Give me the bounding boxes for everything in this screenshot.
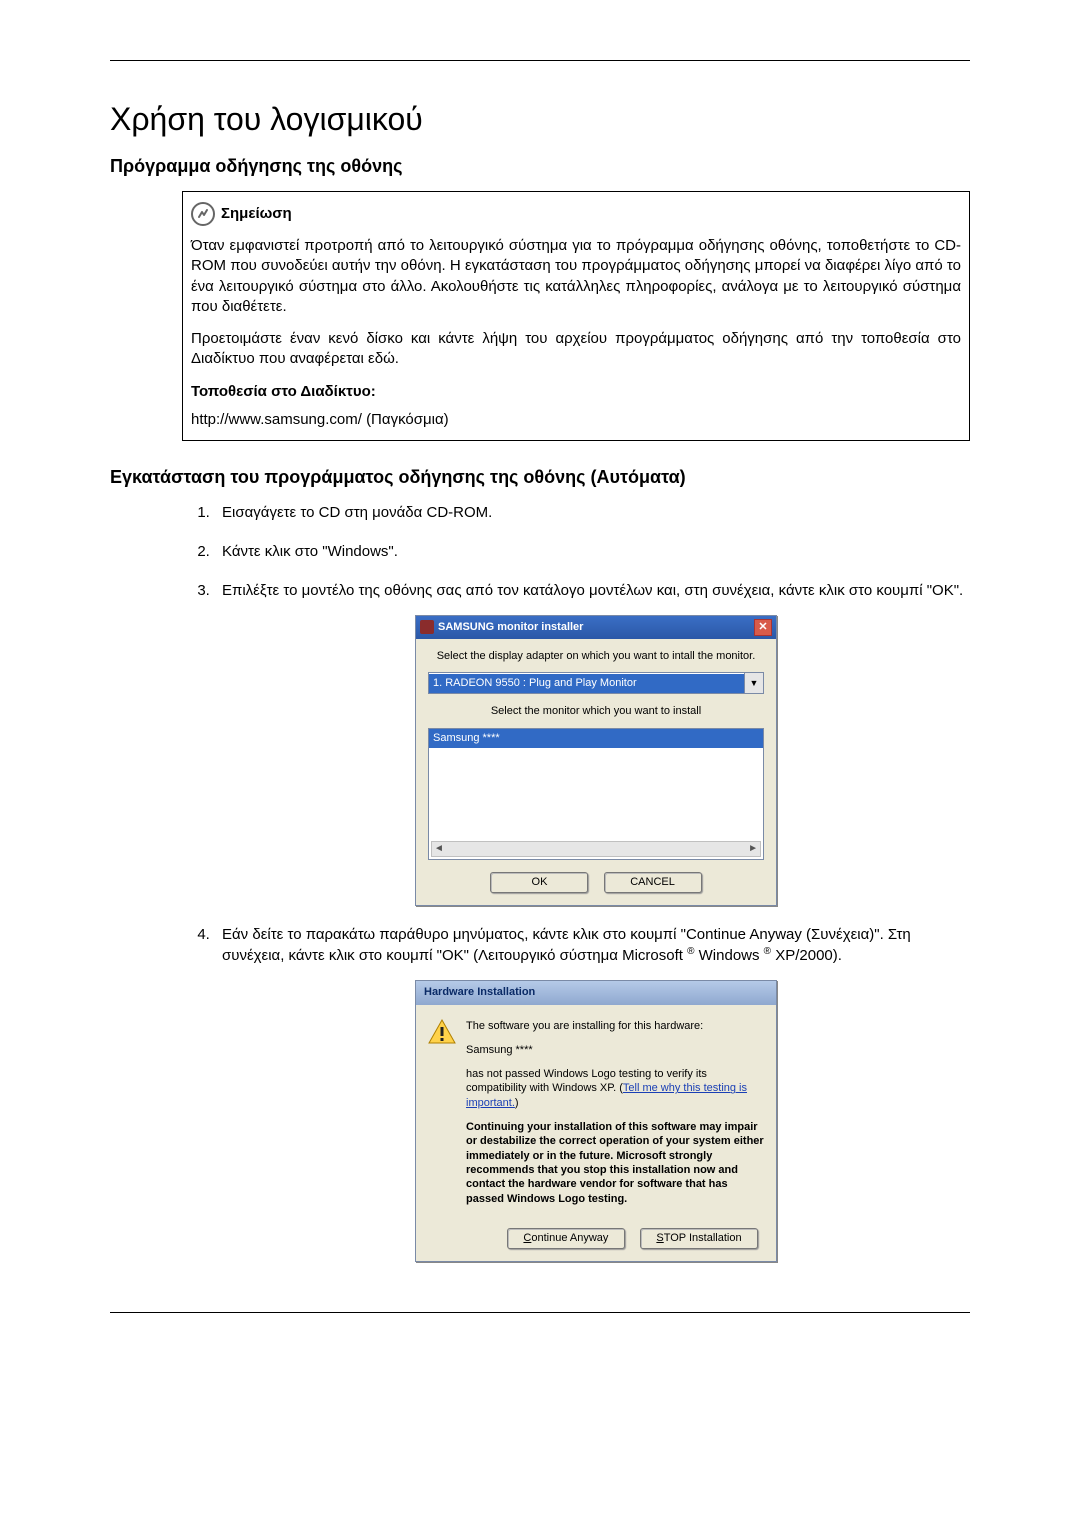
hardware-titlebar: Hardware Installation [416, 981, 776, 1004]
monitor-list[interactable]: Samsung **** ◄ ► [428, 728, 764, 860]
stop-installation-button[interactable]: STOP Installation [640, 1228, 758, 1249]
hardware-text-3: has not passed Windows Logo testing to v… [466, 1067, 764, 1110]
installer-label-monitor: Select the monitor which you want to ins… [428, 704, 764, 719]
hardware-text-2: Samsung **** [466, 1043, 764, 1057]
note-paragraph-2: Προετοιμάστε έναν κενό δίσκο και κάντε λ… [191, 329, 961, 370]
hardware-text-3b: ) [515, 1097, 519, 1109]
bottom-divider [110, 1312, 970, 1313]
step-2: Κάντε κλικ στο "Windows". [214, 541, 970, 562]
step-3: Επιλέξτε το μοντέλο της οθόνης σας από τ… [214, 580, 970, 906]
monitor-list-item[interactable]: Samsung **** [429, 729, 763, 748]
section-title-driver: Πρόγραμμα οδήγησης της οθόνης [110, 156, 970, 177]
adapter-select[interactable]: 1. RADEON 9550 : Plug and Play Monitor ▼ [428, 672, 764, 694]
installer-label-adapter: Select the display adapter on which you … [428, 649, 764, 664]
scroll-right-icon[interactable]: ► [748, 842, 758, 856]
installer-titlebar: SAMSUNG monitor installer ✕ [416, 616, 776, 639]
top-divider [110, 60, 970, 61]
registered-mark-2: ® [764, 946, 771, 957]
installer-title-text: SAMSUNG monitor installer [438, 620, 583, 635]
installer-dialog: SAMSUNG monitor installer ✕ Select the d… [415, 615, 777, 906]
note-icon [191, 202, 215, 226]
ok-button[interactable]: OK [490, 872, 588, 893]
hardware-text-1: The software you are installing for this… [466, 1019, 764, 1033]
note-paragraph-1: Όταν εμφανιστεί προτροπή από το λειτουργ… [191, 236, 961, 317]
close-icon[interactable]: ✕ [754, 619, 772, 636]
cancel-button[interactable]: CANCEL [604, 872, 702, 893]
step-1: Εισαγάγετε το CD στη μονάδα CD-ROM. [214, 502, 970, 523]
note-url: http://www.samsung.com/ (Παγκόσμια) [191, 410, 961, 430]
adapter-select-value: 1. RADEON 9550 : Plug and Play Monitor [429, 674, 744, 693]
continue-anyway-button[interactable]: Continue Anyway [507, 1228, 625, 1249]
hardware-dialog: Hardware Installation The software [415, 980, 777, 1262]
section-title-install: Εγκατάσταση του προγράμματος οδήγησης τη… [110, 467, 970, 488]
step-3-text: Επιλέξτε το μοντέλο της οθόνης σας από τ… [222, 582, 963, 599]
note-location-label: Τοποθεσία στο Διαδίκτυο: [191, 382, 961, 402]
horizontal-scrollbar[interactable]: ◄ ► [431, 841, 761, 857]
scroll-left-icon[interactable]: ◄ [434, 842, 444, 856]
step-4-text-c: XP/2000). [771, 947, 842, 964]
install-steps: Εισαγάγετε το CD στη μονάδα CD-ROM. Κάντ… [182, 502, 970, 1262]
page-title: Χρήση του λογισμικού [110, 101, 970, 138]
hardware-text-4: Continuing your installation of this sof… [466, 1120, 764, 1206]
note-box: Σημείωση Όταν εμφανιστεί προτροπή από το… [182, 191, 970, 441]
step-4-text-b: Windows [694, 947, 763, 964]
stop-label: TOP Installation [664, 1232, 742, 1244]
step-4: Εάν δείτε το παρακάτω παράθυρο μηνύματος… [214, 924, 970, 1262]
continue-label: ontinue Anyway [531, 1232, 608, 1244]
note-title: Σημείωση [221, 204, 292, 224]
warning-icon [428, 1019, 456, 1045]
chevron-down-icon[interactable]: ▼ [744, 673, 763, 693]
installer-app-icon [420, 620, 434, 634]
